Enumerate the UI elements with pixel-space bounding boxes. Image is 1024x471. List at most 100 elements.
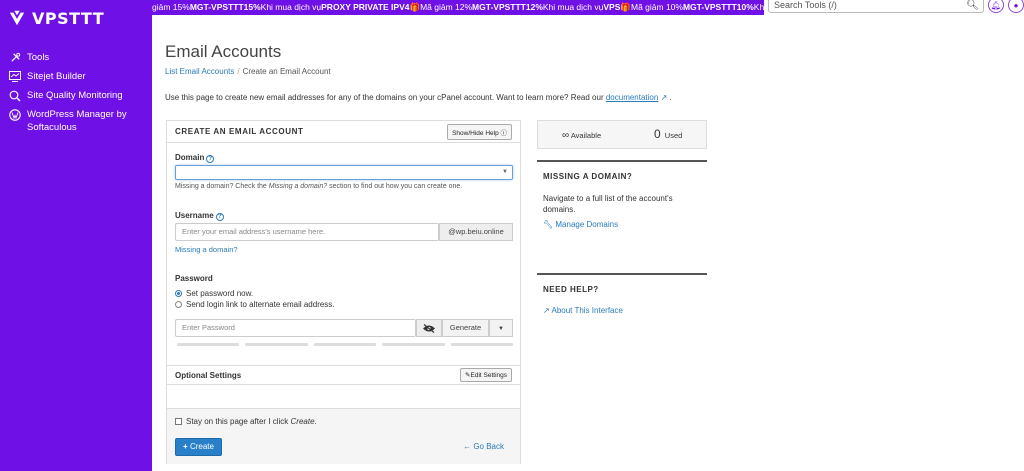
question-icon[interactable]: ? <box>215 213 224 221</box>
radio-set-password-label: Set password now. <box>186 289 254 298</box>
eye-slash-icon[interactable] <box>416 319 442 337</box>
sitejet-icon <box>8 70 22 83</box>
domain-label-text: Domain <box>175 153 205 162</box>
radio-send-link-label: Send login link to alternate email addre… <box>186 300 335 309</box>
used-count: 0 <box>654 127 661 141</box>
sidebar-item-site-quality[interactable]: Site Quality Monitoring <box>0 86 152 105</box>
generate-options-button[interactable]: ▼ <box>489 319 513 337</box>
domain-suffix: @wp.beiu.online <box>439 223 513 241</box>
panel-header: CREATE AN EMAIL ACCOUNT Show/Hide Help ⓘ <box>167 121 520 143</box>
domain-select[interactable]: ▼ <box>175 165 513 180</box>
user-icon[interactable]: ● <box>1008 0 1024 13</box>
optional-settings-title: Optional Settings <box>175 370 242 380</box>
form-footer: Stay on this page after I click Create. … <box>167 408 520 464</box>
ticker-segment: MGT-VPSTTT12% <box>472 2 543 12</box>
search-input[interactable]: Search Tools (/) 🔍︎ <box>768 0 984 13</box>
search-icon[interactable]: 🔍︎ <box>966 0 979 13</box>
domain-hint: Missing a domain? Check the Missing a do… <box>175 183 463 190</box>
generate-button[interactable]: Generate <box>442 319 489 337</box>
chevron-down-icon: ▼ <box>502 169 508 175</box>
missing-domain-link[interactable]: Missing a domain? <box>175 245 238 254</box>
sidebar-item-label: WordPress Manager by Softaculous <box>27 109 127 133</box>
documentation-link[interactable]: documentation <box>606 93 658 102</box>
used-label: Used <box>664 131 683 140</box>
sidebar-item-label: Sitejet Builder <box>27 71 86 82</box>
infinity-icon: ∞ <box>562 130 570 141</box>
sidebar-item-sitejet[interactable]: Sitejet Builder <box>0 67 152 86</box>
sidebar: VPSTTT Tools Sitejet Builder Site Qualit… <box>0 0 152 471</box>
external-link-icon: ↗ <box>543 306 550 315</box>
username-label-text: Username <box>175 211 214 220</box>
question-icon[interactable]: ? <box>206 155 215 163</box>
panel-title: CREATE AN EMAIL ACCOUNT <box>175 127 304 136</box>
intro-copy: Use this page to create new email addres… <box>165 93 606 102</box>
breadcrumb: List Email Accounts / Create an Email Acco… <box>165 67 725 76</box>
about-interface-link[interactable]: ↗ About This Interface <box>543 306 707 315</box>
wrench-icon: 🔧︎ <box>543 220 554 229</box>
radio-selected[interactable] <box>175 290 182 297</box>
username-input[interactable]: Enter your email address's username here… <box>175 223 439 241</box>
sidebar-item-tools[interactable]: Tools <box>0 48 152 67</box>
sidebar-item-wordpress[interactable]: WordPress Manager by Softaculous <box>0 105 152 137</box>
need-help-section: NEED HELP? ↗ About This Interface <box>537 273 707 315</box>
topbar: giảm 15% MGT-VPSTTT15% Khi mua dịch vụ P… <box>152 0 1024 15</box>
create-email-panel: CREATE AN EMAIL ACCOUNT Show/Hide Help ⓘ… <box>166 120 521 464</box>
brand-name: VPSTTT <box>32 8 105 28</box>
password-placeholder: Enter Password <box>182 323 235 332</box>
create-button[interactable]: + Create <box>175 438 222 456</box>
breadcrumb-separator: / <box>237 67 240 76</box>
used-stat: 0 Used <box>654 127 682 141</box>
bell-icon[interactable]: 🔔︎ <box>988 0 1004 13</box>
promo-ticker[interactable]: giảm 15% MGT-VPSTTT15% Khi mua dịch vụ P… <box>152 0 764 15</box>
ticker-segment: PROXY PRIVATE IPV4 <box>321 2 410 12</box>
caret-down-icon: ▼ <box>498 326 504 332</box>
ticker-segment: MGT-VPSTTT10% <box>682 2 754 12</box>
ticker-segment: MGT-VPSTTT15% <box>189 2 261 12</box>
available-stat: ∞ Available <box>562 130 601 141</box>
radio-send-login-link[interactable]: Send login link to alternate email addre… <box>175 300 335 309</box>
arrow-left-icon: ← <box>463 442 472 451</box>
ticker-segment: Mã giảm 10% <box>630 2 683 12</box>
breadcrumb-link[interactable]: List Email Accounts <box>165 67 234 76</box>
ticker-segment: Khi mua dịch vụ <box>260 2 322 12</box>
password-strength-meter <box>177 343 514 346</box>
intro-text: Use this page to create new email addres… <box>165 93 672 102</box>
username-label: Username? <box>175 211 224 221</box>
plus-icon: + <box>183 442 188 451</box>
email-stats: ∞ Available 0 Used <box>537 120 707 149</box>
wordpress-icon <box>8 108 22 121</box>
need-help-title: NEED HELP? <box>543 285 599 294</box>
stay-on-page-label: Stay on this page after I click Create. <box>186 417 317 426</box>
help-icon: ⓘ <box>500 129 508 137</box>
stay-on-page-checkbox[interactable] <box>175 418 182 425</box>
edit-settings-button[interactable]: ✎Edit Settings <box>460 368 512 382</box>
go-back-link[interactable]: ← Go Back <box>463 442 504 451</box>
show-hide-help-button[interactable]: Show/Hide Help ⓘ <box>447 123 512 140</box>
tools-icon <box>8 51 22 64</box>
magnifier-icon <box>8 89 22 102</box>
stay-on-page-option[interactable]: Stay on this page after I click Create. <box>175 417 317 426</box>
ticker-segment: Khi mua dịch vụ <box>542 2 604 12</box>
password-input[interactable]: Enter Password <box>175 319 416 337</box>
available-label: Available <box>570 131 602 140</box>
missing-domain-title: MISSING A DOMAIN? <box>543 172 633 181</box>
radio-set-password[interactable]: Set password now. <box>175 289 253 298</box>
missing-domain-text: Navigate to a full list of the account's… <box>543 194 673 214</box>
password-label: Password <box>175 274 213 283</box>
radio-unselected[interactable] <box>175 301 182 308</box>
gift-icon: 🎁 <box>620 2 631 12</box>
manage-domains-link[interactable]: 🔧︎ Manage Domains <box>543 220 707 229</box>
page-title: Email Accounts <box>165 42 282 61</box>
ticker-segment: VPS <box>603 2 621 12</box>
breadcrumb-current: Create an Email Account <box>242 67 331 76</box>
optional-settings-header: Optional Settings ✎Edit Settings <box>167 365 520 385</box>
main-content: Email Accounts List Email Accounts / Creat… <box>165 42 725 102</box>
ticker-segment: Mã giảm 12% <box>420 2 473 12</box>
username-placeholder: Enter your email address's username here… <box>182 227 326 236</box>
external-link-icon: ↗ <box>660 93 668 102</box>
missing-domain-section: MISSING A DOMAIN? Navigate to a full lis… <box>537 160 707 229</box>
search-placeholder: Search Tools (/) <box>774 0 837 10</box>
gift-icon: 🎁 <box>409 2 421 12</box>
sidebar-item-label: Tools <box>27 52 50 63</box>
brand-logo[interactable]: VPSTTT <box>8 8 104 28</box>
